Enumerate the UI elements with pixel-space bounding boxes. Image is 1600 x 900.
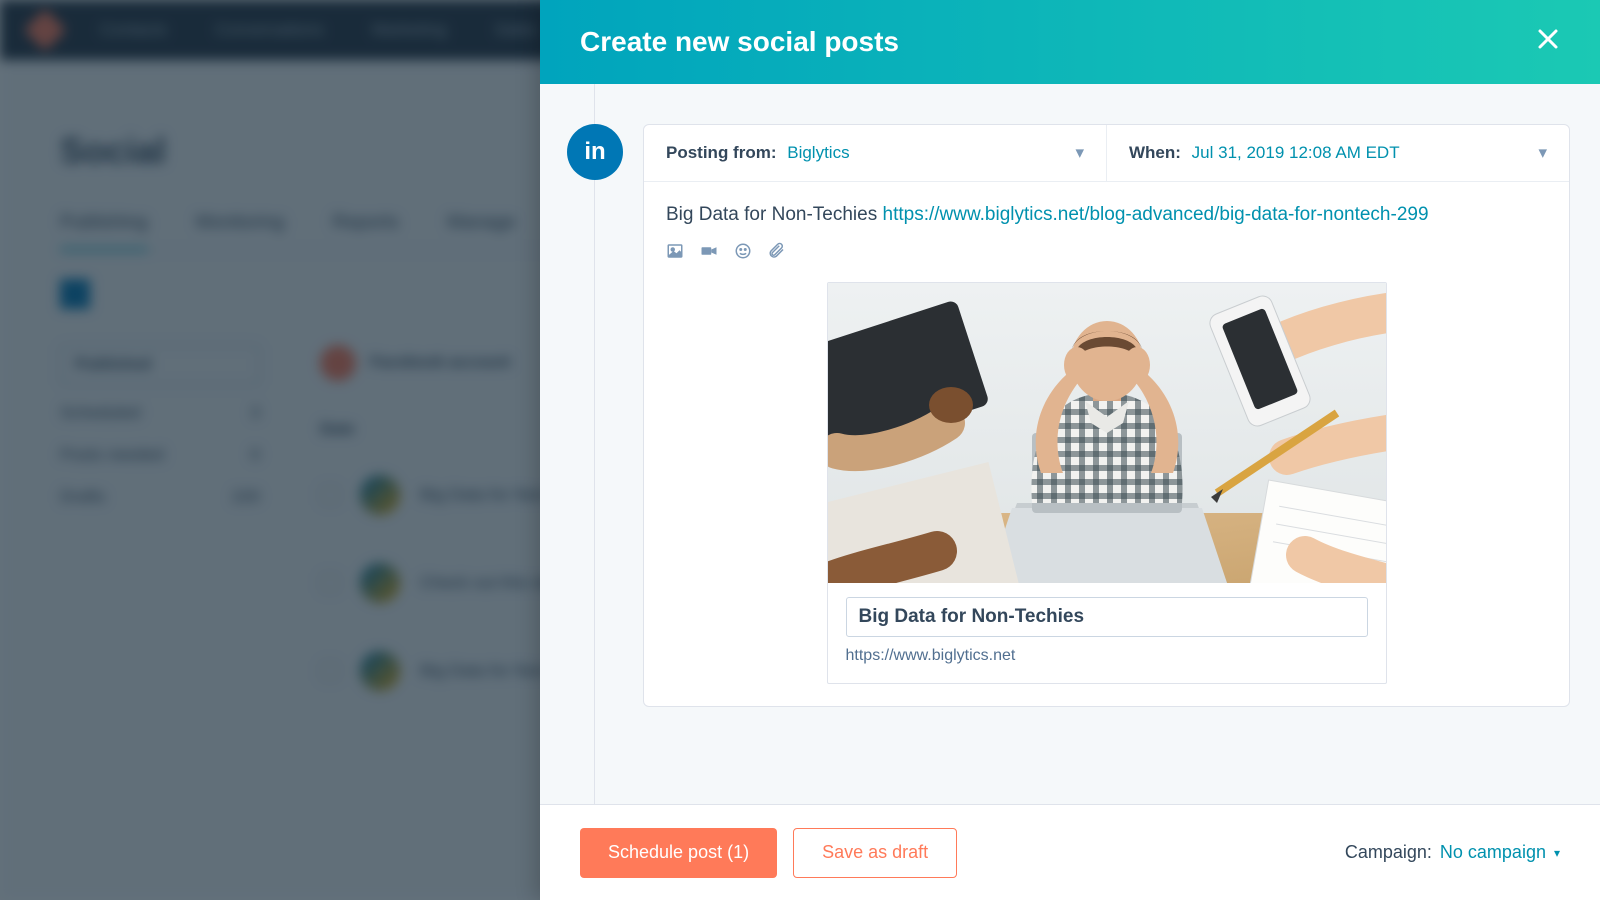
campaign-selector[interactable]: Campaign: No campaign ▾ <box>1345 842 1560 863</box>
preview-title-input[interactable]: Big Data for Non-Techies <box>846 597 1368 637</box>
when-value: Jul 31, 2019 12:08 AM EDT <box>1192 143 1400 162</box>
posting-from-value: Biglytics <box>787 143 849 162</box>
campaign-value: No campaign <box>1440 842 1546 863</box>
chevron-down-icon: ▾ <box>1075 143 1084 163</box>
create-post-panel: Create new social posts in Posting from:… <box>540 0 1600 900</box>
panel-title: Create new social posts <box>580 26 899 58</box>
chevron-down-icon: ▾ <box>1538 143 1547 163</box>
post-link: https://www.biglytics.net/blog-advanced/… <box>883 204 1429 225</box>
when-selector[interactable]: When: Jul 31, 2019 12:08 AM EDT ▾ <box>1106 125 1569 181</box>
campaign-label: Campaign: <box>1345 842 1432 863</box>
schedule-post-button[interactable]: Schedule post (1) <box>580 828 777 878</box>
link-preview-card: Big Data for Non-Techies https://www.big… <box>827 282 1387 684</box>
posting-from-selector[interactable]: Posting from: Biglytics ▾ <box>644 125 1106 181</box>
emoji-icon[interactable] <box>734 242 752 260</box>
post-card: Posting from: Biglytics ▾ When: Jul 31, … <box>643 124 1570 707</box>
panel-header: Create new social posts <box>540 0 1600 84</box>
attachment-icon[interactable] <box>768 242 786 260</box>
when-label: When: <box>1129 143 1181 162</box>
post-text-input[interactable]: Big Data for Non-Techies https://www.big… <box>666 200 1547 230</box>
close-icon[interactable] <box>1536 26 1560 58</box>
preview-url: https://www.biglytics.net <box>846 647 1368 665</box>
save-as-draft-button[interactable]: Save as draft <box>793 828 957 878</box>
image-icon[interactable] <box>666 242 684 260</box>
panel-footer: Schedule post (1) Save as draft Campaign… <box>540 804 1600 900</box>
preview-image <box>828 283 1386 583</box>
posting-from-label: Posting from: <box>666 143 777 162</box>
video-icon[interactable] <box>700 242 718 260</box>
linkedin-icon: in <box>567 124 623 180</box>
post-toolbar <box>666 242 1547 260</box>
post-text-content: Big Data for Non-Techies <box>666 204 883 225</box>
chevron-down-icon: ▾ <box>1554 846 1560 860</box>
